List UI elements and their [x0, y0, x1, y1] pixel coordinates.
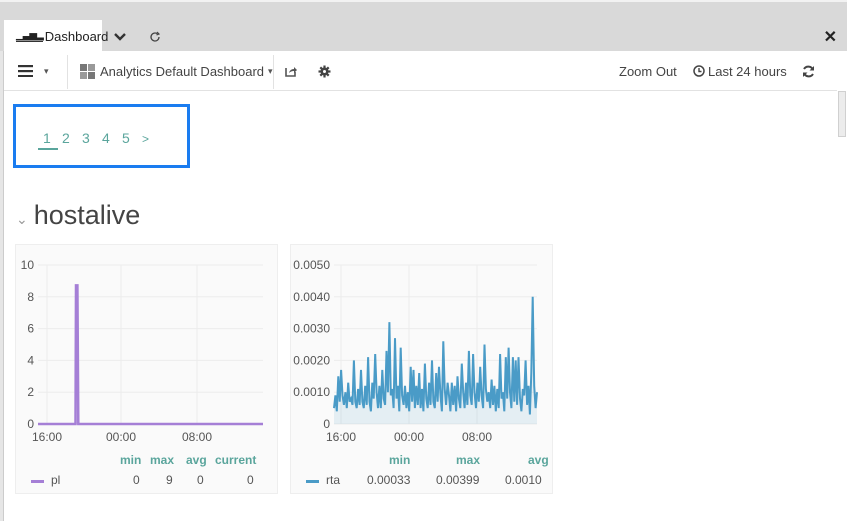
y-tick-label: 0.0010	[293, 385, 330, 399]
pl-chart[interactable]: 10 8 6 4 2 016:00 00:00 08:00	[16, 245, 278, 445]
y-tick-label: 10	[21, 258, 35, 272]
vertical-scrollbar[interactable]	[838, 91, 846, 137]
legend-header-min: min	[120, 453, 142, 467]
legend-header-avg: avg	[186, 453, 207, 467]
refresh-icon	[803, 65, 814, 77]
row-title: hostalive	[33, 200, 141, 230]
dashboard-toolbar: ▾ Analytics Default Dashboard ▾ Zoom Out…	[4, 51, 837, 91]
page-3-link[interactable]: 3	[82, 130, 90, 146]
legend-header-min: min	[389, 453, 411, 467]
y-tick-label: 4	[27, 353, 34, 367]
x-tick-label: 16:00	[326, 430, 356, 444]
next-page-link[interactable]: >	[142, 132, 149, 146]
legend-header-avg: avg	[528, 453, 549, 467]
refresh-button[interactable]	[802, 51, 815, 91]
hamburger-icon	[18, 65, 33, 77]
page-selector: 1 2 3 4 5 >	[13, 104, 190, 168]
y-tick-label: 0.0040	[293, 290, 330, 304]
x-tick-label: 00:00	[106, 430, 136, 444]
y-tick-label: 0	[27, 417, 34, 431]
panel-pl: 10 8 6 4 2 0 16:00 00:00 08:00 min max avg curre…	[15, 244, 278, 494]
toolbar-divider	[273, 55, 274, 89]
page-5-link[interactable]: 5	[122, 130, 130, 146]
close-button[interactable]: ✕	[824, 27, 837, 47]
tab-label: Dashboard	[44, 29, 109, 44]
close-icon: ✕	[823, 29, 837, 46]
tab-bar: ▁▃▅▂ Dashboard ✕	[0, 0, 847, 53]
x-tick-label: 08:00	[182, 430, 212, 444]
legend-value-max: 9	[166, 473, 173, 487]
page-1-link[interactable]: 1	[43, 130, 51, 146]
page-2-link[interactable]: 2	[62, 130, 70, 146]
legend-value-avg: 0.0010	[505, 473, 542, 487]
tab-dashboard[interactable]: ▁▃▅▂ Dashboard	[4, 20, 108, 53]
menu-caret: ▾	[44, 65, 49, 76]
y-tick-label: 0.0020	[293, 353, 330, 367]
y-tick-label: 2	[27, 385, 34, 399]
legend-value-current: 0	[247, 473, 254, 487]
panel-rta: 0.0050 0.0040 0.0030 0.0020 0.0010 0 16:00 00:0…	[290, 244, 553, 494]
legend-value-max: 0.00399	[436, 473, 480, 487]
y-tick-label: 0.0050	[293, 258, 330, 272]
legend-header-current: current	[215, 453, 257, 467]
time-range-label: Last 24 hours	[708, 63, 787, 79]
legend-header-max: max	[150, 453, 175, 467]
y-tick-label: 6	[27, 322, 34, 336]
toolbar-divider	[67, 55, 68, 89]
clock-icon	[693, 65, 705, 77]
legend-swatch-rta	[306, 480, 319, 483]
bar-chart-icon: ▁▃▅▂	[16, 30, 44, 42]
dashboard-picker[interactable]: Analytics Default Dashboard ▾	[80, 51, 273, 91]
legend-swatch-pl	[31, 480, 44, 483]
rta-chart[interactable]: 0.0050 0.0040 0.0030 0.0020 0.0010 016:00 00:0…	[291, 245, 553, 445]
active-page-indicator	[38, 148, 58, 150]
reload-icon	[150, 31, 161, 42]
y-tick-label: 0	[323, 417, 330, 431]
y-tick-label: 8	[27, 290, 34, 304]
row-header-hostalive[interactable]: ⌄ hostalive	[16, 200, 140, 231]
chevron-down-icon	[114, 33, 126, 41]
grid-icon	[80, 63, 95, 79]
chevron-down-icon: ⌄	[16, 211, 28, 227]
legend-value-avg: 0	[197, 473, 204, 487]
time-range-picker[interactable]: Last 24 hours	[693, 51, 787, 91]
zoom-out-button[interactable]: Zoom Out	[619, 51, 677, 91]
legend-value-min: 0.00033	[367, 473, 411, 487]
menu-button[interactable]: ▾	[18, 51, 49, 91]
left-edge	[0, 51, 4, 521]
x-tick-label: 16:00	[32, 430, 62, 444]
tab-dropdown-button[interactable]	[108, 26, 132, 48]
settings-button[interactable]	[318, 51, 331, 91]
share-button[interactable]	[285, 51, 298, 91]
x-tick-label: 08:00	[462, 430, 492, 444]
dashboard-name: Analytics Default Dashboard	[100, 63, 265, 79]
share-icon	[285, 67, 297, 77]
dashboard-caret: ▾	[268, 65, 273, 76]
x-tick-label: 00:00	[394, 430, 424, 444]
page-4-link[interactable]: 4	[102, 130, 110, 146]
tab-reload-button[interactable]	[143, 26, 167, 48]
zoom-out-label: Zoom Out	[619, 63, 677, 79]
pl-series-line	[38, 284, 263, 426]
y-tick-label: 0.0030	[293, 322, 330, 336]
gear-icon	[318, 65, 331, 77]
legend-header-max: max	[456, 453, 481, 467]
rta-series-line	[333, 296, 538, 415]
legend-series-rta[interactable]: rta	[326, 473, 340, 487]
legend-series-pl[interactable]: pl	[51, 473, 60, 487]
legend-value-min: 0	[133, 473, 140, 487]
